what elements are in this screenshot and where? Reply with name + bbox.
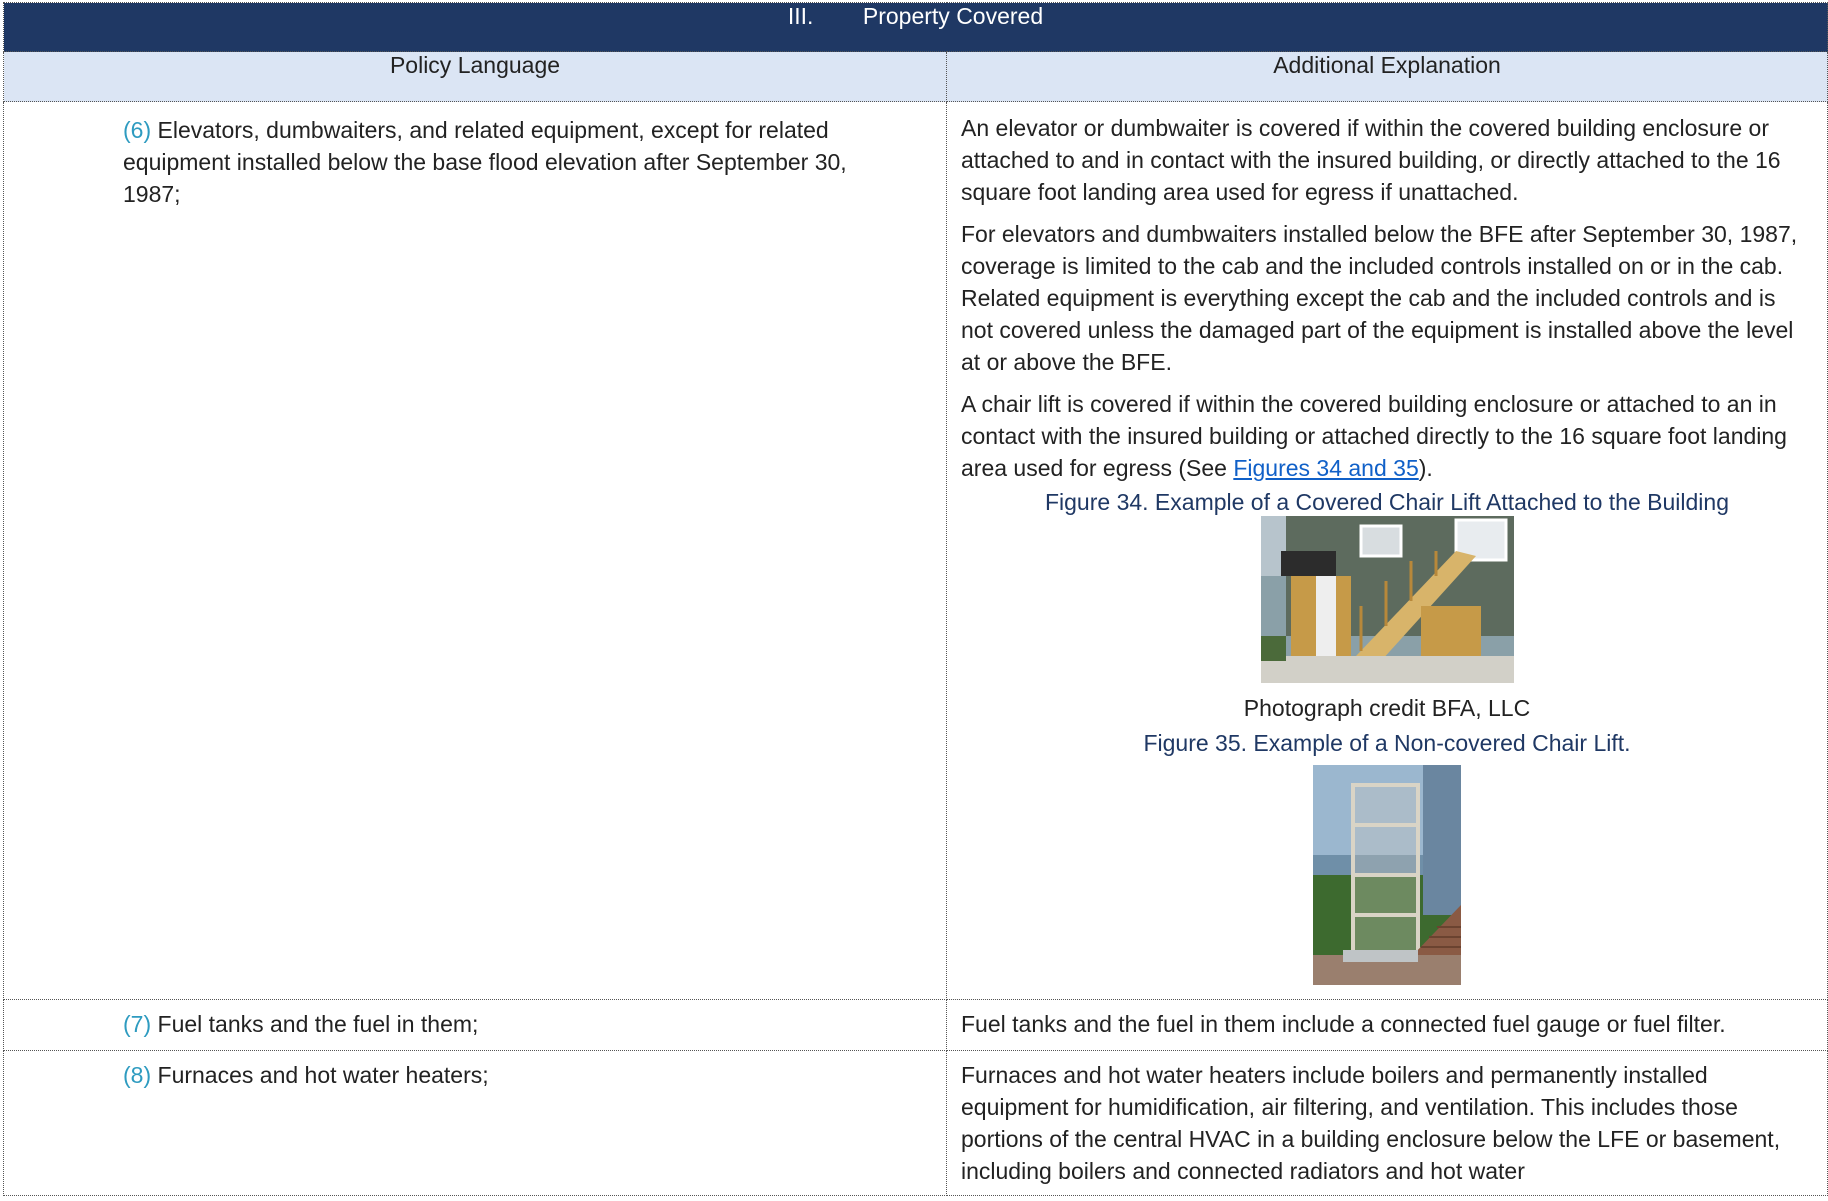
section-title-bar: III. Property Covered xyxy=(3,2,1828,52)
figure-34-credit: Photograph credit BFA, LLC xyxy=(1243,695,1531,721)
explanation-cell: Fuel tanks and the fuel in them include … xyxy=(946,999,1828,1051)
policy-text: Furnaces and hot water heaters; xyxy=(157,1062,489,1088)
policy-text: Elevators, dumbwaiters, and related equi… xyxy=(123,117,847,207)
coverage-table: III. Property Covered Policy Language Add… xyxy=(3,2,1828,1196)
item-marker: (8) xyxy=(123,1062,152,1088)
section-heading: III. Property Covered xyxy=(3,2,1828,52)
item-marker: (6) xyxy=(123,117,152,143)
explanation-paragraph: Fuel tanks and the fuel in them include … xyxy=(961,1011,1726,1037)
item-marker: (7) xyxy=(123,1011,152,1037)
explanation-cell: An elevator or dumbwaiter is covered if … xyxy=(946,101,1828,1000)
policy-cell: (8) Furnaces and hot water heaters; xyxy=(3,1050,947,1196)
policy-cell: (6) Elevators, dumbwaiters, and related … xyxy=(3,101,947,1000)
explanation-paragraph: A chair lift is covered if within the co… xyxy=(961,388,1813,484)
column-header-row: Policy Language Additional Explanation xyxy=(3,51,1828,102)
explanation-paragraph: An elevator or dumbwaiter is covered if … xyxy=(961,115,1781,205)
figures-link[interactable]: Figures 34 and 35 xyxy=(1233,455,1418,481)
non-covered-lift-photo xyxy=(1313,765,1461,985)
figure-35-caption: Figure 35. Example of a Non-covered Chai… xyxy=(1143,730,1631,756)
explanation-paragraph: Furnaces and hot water heaters include b… xyxy=(961,1062,1781,1184)
column-header-explanation: Additional Explanation xyxy=(946,51,1828,102)
section-number: III. xyxy=(787,3,814,29)
column-header-policy: Policy Language xyxy=(3,51,947,102)
policy-text: Fuel tanks and the fuel in them; xyxy=(157,1011,479,1037)
figure-34-caption: Figure 34. Example of a Covered Chair Li… xyxy=(1044,489,1729,515)
table-row: (7) Fuel tanks and the fuel in them; Fue… xyxy=(3,999,1828,1051)
chair-lift-photo xyxy=(1260,516,1514,683)
explanation-cell: Furnaces and hot water heaters include b… xyxy=(946,1050,1828,1196)
explanation-paragraph: For elevators and dumbwaiters installed … xyxy=(961,221,1798,375)
paragraph-text: ). xyxy=(1418,455,1433,481)
section-title: Property Covered xyxy=(862,3,1044,29)
document-page: III. Property Covered Policy Language Add… xyxy=(0,0,1828,1201)
policy-cell: (7) Fuel tanks and the fuel in them; xyxy=(3,999,947,1051)
table-row: (8) Furnaces and hot water heaters; Furn… xyxy=(3,1050,1828,1196)
table-row: (6) Elevators, dumbwaiters, and related … xyxy=(3,101,1828,1000)
